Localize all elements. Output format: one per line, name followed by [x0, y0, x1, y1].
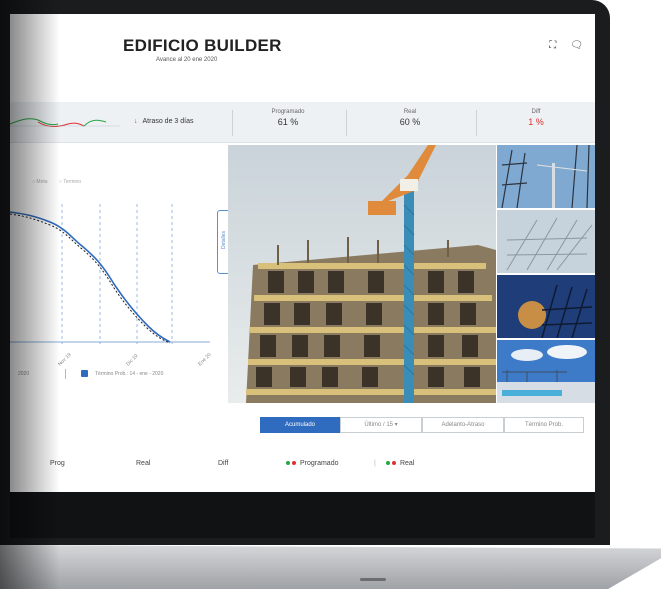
page-title: EDIFICIO BUILDER: [123, 36, 282, 55]
main-construction-photo[interactable]: [228, 145, 496, 403]
kpi-divider: [346, 110, 347, 136]
legend-divider: |: [374, 460, 376, 467]
kpi-programado: Programado 61 %: [271, 109, 305, 127]
photo-thumbnails: [497, 145, 595, 403]
laptop-base: [0, 545, 661, 589]
adelanto-atraso-button[interactable]: Adelanto-Atraso: [422, 417, 504, 433]
divider: [65, 369, 66, 379]
screen-bezel-bottom: [10, 492, 595, 538]
diff-label: Diff: [218, 460, 229, 467]
construction-image: [228, 145, 496, 403]
thumbnail[interactable]: [497, 210, 595, 273]
app-screen: EDIFICIO BUILDER Avance al 20 ene 2020 ⛶…: [10, 14, 595, 492]
chat-icon[interactable]: 🗨: [570, 40, 583, 51]
legend-programado: Programado: [286, 460, 338, 467]
arrow-down-icon: ↓: [134, 118, 138, 125]
sparkline: [10, 118, 120, 127]
kpi-divider: [476, 110, 477, 136]
page-subtitle: Avance al 20 ene 2020: [156, 57, 218, 63]
kpi-divider: [232, 110, 233, 136]
termino-prob-button[interactable]: Término Prob.: [504, 417, 584, 433]
date-left: 2020: [18, 371, 30, 377]
legend-real: Real: [386, 460, 414, 467]
end-date-label: Término Prob.: 14 - ene - 2020: [95, 371, 164, 377]
kpi-real: Real 60 %: [399, 109, 421, 127]
svg-text:Dic 19: Dic 19: [125, 353, 139, 367]
chart-legend: ○ Meta ○ Termino: [32, 179, 82, 185]
thumbnail[interactable]: [497, 145, 595, 208]
laptop-notch: [360, 578, 386, 581]
header-icons: ⛶ 🗨: [549, 40, 583, 51]
series-real: [10, 211, 171, 343]
view-toolbar: Acumulado Último / 15 ▾ Adelanto-Atraso …: [260, 417, 584, 433]
acumulado-button[interactable]: Acumulado: [260, 417, 340, 433]
calendar-icon[interactable]: [81, 370, 88, 377]
progress-chart: Nov 19 Dic 19 Ene 20: [10, 204, 213, 368]
prog-label: Prog: [50, 460, 65, 467]
svg-text:Nov 19: Nov 19: [57, 352, 73, 368]
thumbnail[interactable]: [497, 340, 595, 403]
kpi-diff: Diff 1 %: [528, 109, 544, 127]
ultimo-button[interactable]: Último / 15 ▾: [340, 417, 422, 433]
thumbnail[interactable]: [497, 275, 595, 338]
svg-text:Ene 20: Ene 20: [197, 352, 213, 368]
delay-status: ↓ Atraso de 3 días: [134, 118, 194, 125]
expand-icon[interactable]: ⛶: [549, 40, 556, 51]
real-label: Real: [136, 460, 151, 467]
